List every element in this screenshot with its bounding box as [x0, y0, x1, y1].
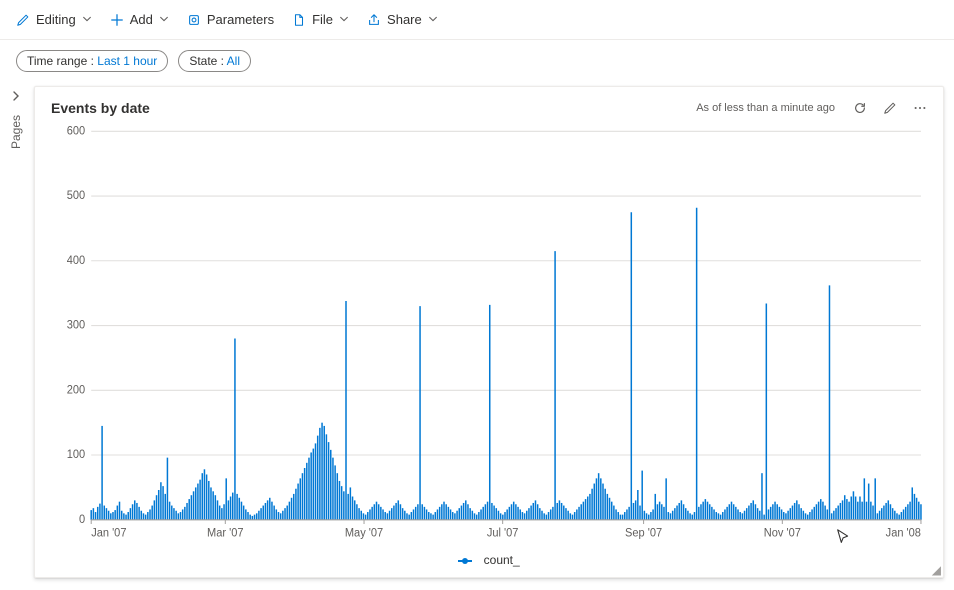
file-menu[interactable]: File	[292, 12, 349, 27]
chart-panel: Events by date As of less than a minute …	[34, 86, 944, 578]
panel-timestamp: As of less than a minute ago	[696, 102, 835, 114]
svg-text:100: 100	[67, 449, 85, 461]
chart-legend: count_	[35, 549, 943, 577]
svg-text:0: 0	[79, 514, 85, 526]
more-button[interactable]	[909, 97, 931, 119]
filter-bar: Time range : Last 1 hour State : All	[0, 40, 954, 82]
parameters-icon	[187, 13, 201, 27]
svg-text:Jan '08: Jan '08	[886, 527, 921, 539]
file-label: File	[312, 12, 333, 27]
add-label: Add	[130, 12, 153, 27]
chart-area[interactable]: 0 100 200 300 400 500 600 Jan '07 Mar '07 May '07…	[35, 125, 943, 549]
svg-text:Jul '07: Jul '07	[487, 527, 519, 539]
toolbar: Editing Add Parameters File Share	[0, 0, 954, 40]
svg-text:500: 500	[67, 190, 85, 202]
pages-rail-label: Pages	[9, 115, 23, 149]
chevron-down-icon	[82, 12, 92, 27]
svg-text:200: 200	[67, 384, 85, 396]
pages-side-rail: Pages	[0, 82, 32, 588]
file-icon	[292, 13, 306, 27]
state-pill[interactable]: State : All	[178, 50, 251, 72]
chevron-down-icon	[159, 12, 169, 27]
time-range-key: Time range :	[27, 54, 94, 68]
share-menu[interactable]: Share	[367, 12, 438, 27]
share-label: Share	[387, 12, 422, 27]
svg-text:600: 600	[67, 125, 85, 137]
editing-menu[interactable]: Editing	[16, 12, 92, 27]
state-key: State :	[189, 54, 224, 68]
svg-text:Sep '07: Sep '07	[625, 527, 662, 539]
parameters-label: Parameters	[207, 12, 274, 27]
add-menu[interactable]: Add	[110, 12, 169, 27]
svg-text:Nov '07: Nov '07	[764, 527, 801, 539]
svg-text:300: 300	[67, 320, 85, 332]
edit-button[interactable]	[879, 97, 901, 119]
svg-text:400: 400	[67, 255, 85, 267]
panel-title: Events by date	[51, 100, 150, 116]
time-range-value: Last 1 hour	[97, 54, 157, 68]
legend-series-label: count_	[484, 553, 520, 567]
parameters-button[interactable]: Parameters	[187, 12, 274, 27]
svg-text:Mar '07: Mar '07	[207, 527, 243, 539]
pencil-icon	[16, 13, 30, 27]
svg-text:May '07: May '07	[345, 527, 383, 539]
chevron-down-icon	[339, 12, 349, 27]
time-range-pill[interactable]: Time range : Last 1 hour	[16, 50, 168, 72]
state-value: All	[227, 54, 240, 68]
legend-swatch-icon	[458, 560, 472, 562]
editing-label: Editing	[36, 12, 76, 27]
plus-icon	[110, 13, 124, 27]
refresh-button[interactable]	[849, 97, 871, 119]
expand-rail-button[interactable]	[10, 90, 22, 105]
chevron-down-icon	[428, 12, 438, 27]
share-icon	[367, 13, 381, 27]
svg-text:Jan '07: Jan '07	[91, 527, 126, 539]
